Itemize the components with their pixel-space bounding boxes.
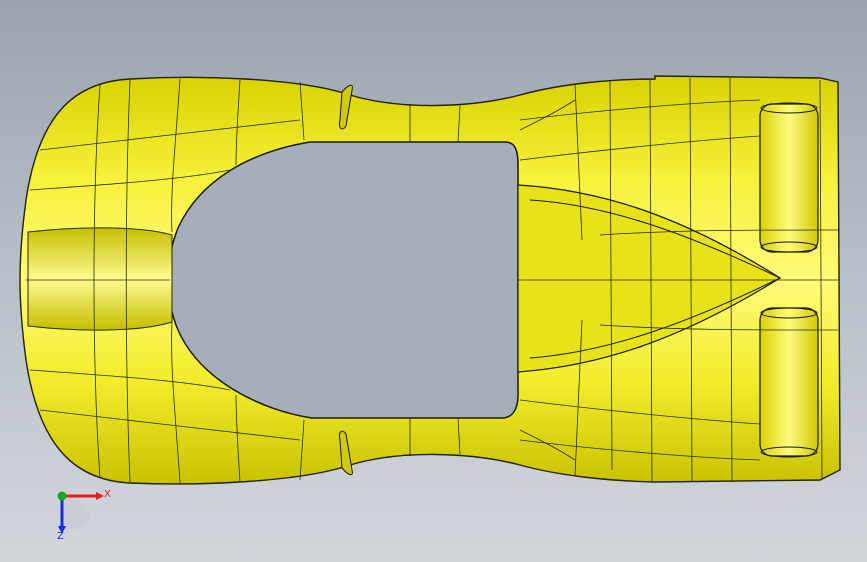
- z-axis-label: Z: [57, 531, 64, 542]
- car-body-model[interactable]: [0, 0, 867, 562]
- graphics-viewport[interactable]: X Z: [0, 0, 867, 562]
- x-axis-label: X: [104, 489, 111, 500]
- nose-spine: [27, 227, 173, 331]
- cockpit-opening: [167, 141, 519, 419]
- y-axis-point: [57, 491, 67, 501]
- coordinate-triad: X Z: [44, 482, 114, 544]
